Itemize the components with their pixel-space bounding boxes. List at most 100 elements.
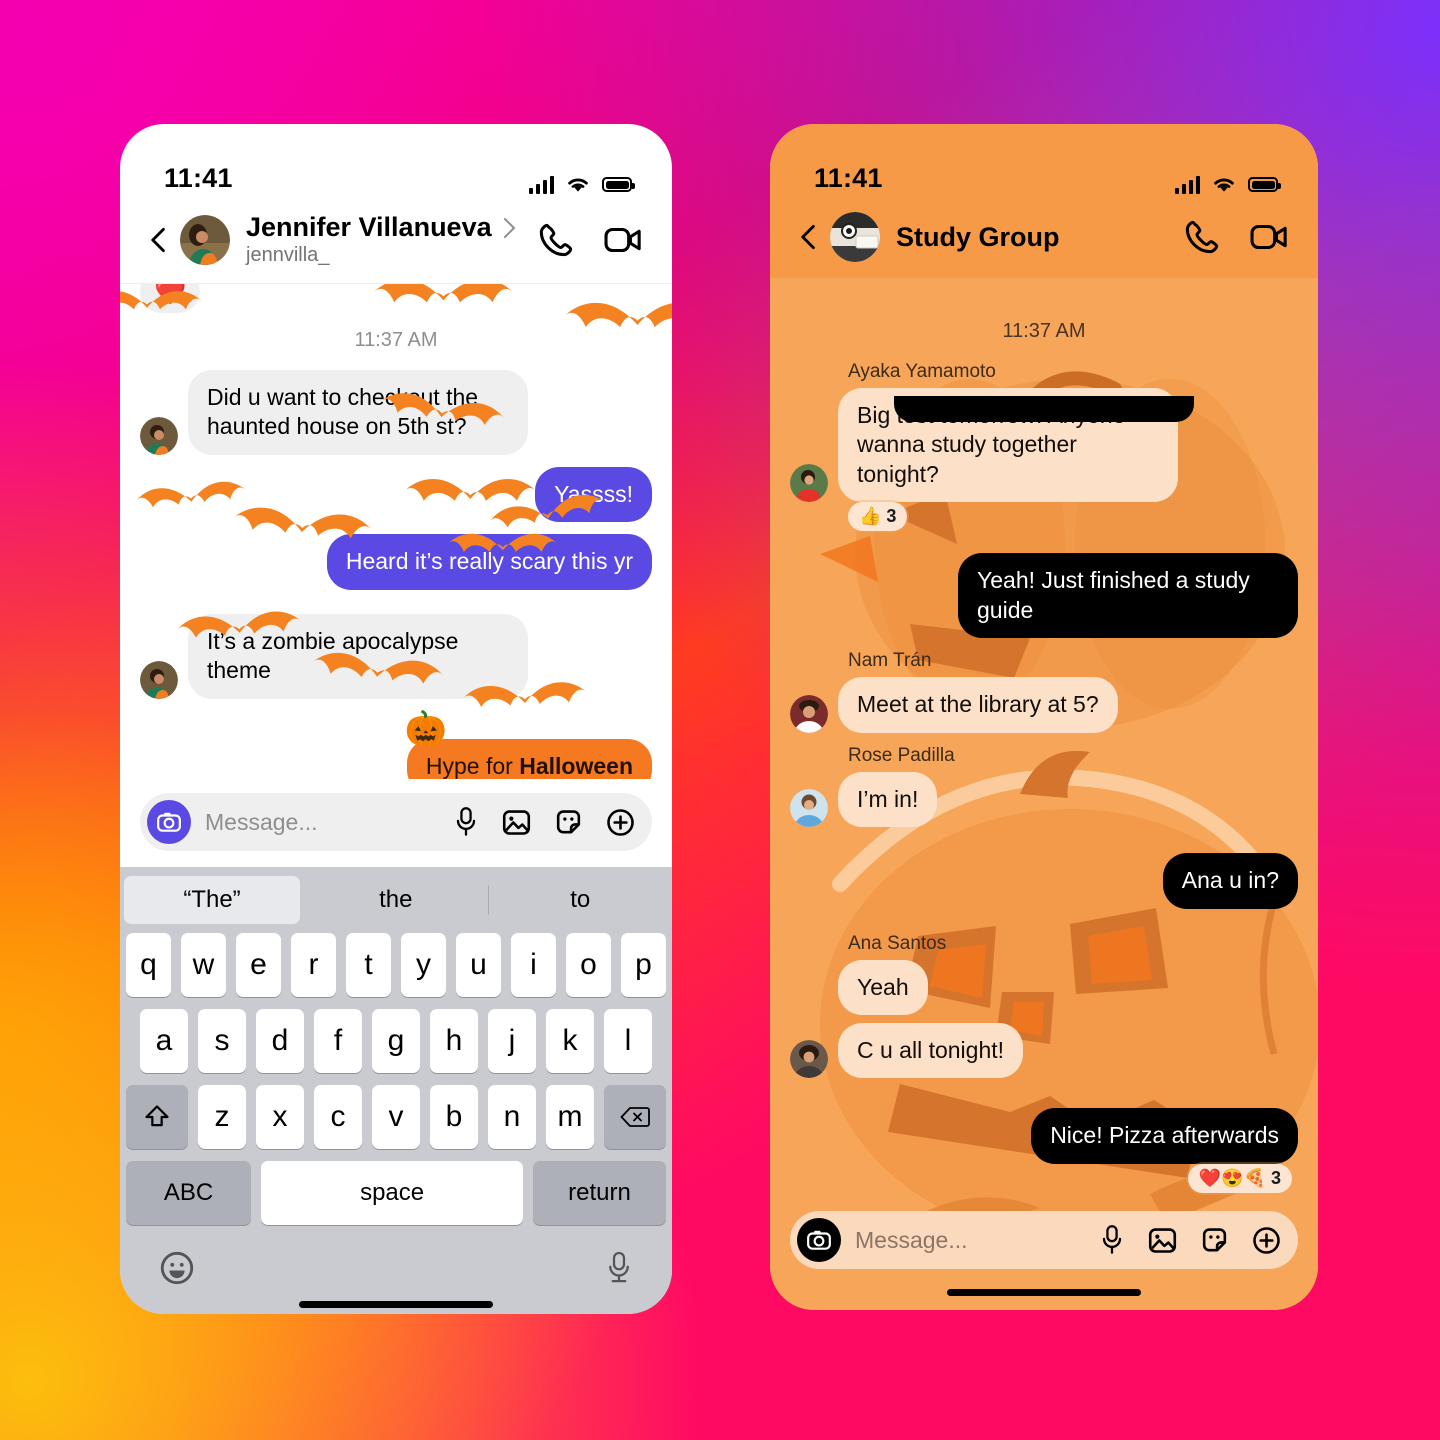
return-key[interactable]: return — [533, 1161, 666, 1225]
key[interactable]: a — [140, 1009, 188, 1073]
message-text-plain: Hype for — [425, 752, 520, 779]
key[interactable]: x — [256, 1085, 304, 1149]
avatar[interactable] — [790, 464, 828, 503]
predictive-text-bar: “The” the to — [120, 867, 672, 933]
key[interactable]: g — [372, 1009, 420, 1073]
key[interactable]: i — [511, 933, 556, 997]
message-bubble[interactable]: Heard it’s really scary this yr — [326, 534, 652, 590]
key[interactable]: k — [546, 1009, 594, 1073]
keyboard-row-3: z x c v b n m — [120, 1085, 672, 1149]
back-chevron-icon[interactable] — [144, 225, 174, 255]
phone-call-icon[interactable] — [536, 220, 576, 260]
status-indicators — [529, 175, 635, 194]
reaction-emojis: 👍 — [859, 506, 882, 527]
camera-icon[interactable] — [147, 800, 191, 844]
avatar[interactable] — [790, 789, 828, 828]
sticker-icon[interactable] — [1199, 1225, 1230, 1256]
key[interactable]: s — [198, 1009, 246, 1073]
microphone-icon[interactable] — [452, 806, 480, 838]
chat-header: Jennifer Villanueva jennvilla_ — [120, 202, 672, 283]
virtual-keyboard[interactable]: “The” the to q w e r t y u i o p a s d f… — [120, 867, 672, 1314]
reaction-pill[interactable]: ❤️😍🍕 3 — [1187, 1163, 1292, 1193]
composer-pill[interactable]: Message... — [790, 1211, 1298, 1269]
message-composer: Message... — [120, 779, 672, 867]
prediction-2[interactable]: to — [489, 886, 673, 914]
reaction-pill[interactable]: 👍 3 — [848, 502, 908, 532]
backspace-key-icon[interactable] — [604, 1085, 666, 1149]
key[interactable]: f — [314, 1009, 362, 1073]
avatar[interactable] — [790, 694, 828, 733]
message-bubble[interactable]: Yeah — [838, 959, 928, 1015]
status-time: 11:41 — [164, 163, 233, 193]
dictation-microphone-icon[interactable] — [604, 1250, 634, 1286]
keyboard-row-1: q w e r t y u i o p — [120, 933, 672, 997]
key[interactable]: e — [236, 933, 281, 997]
key[interactable]: p — [621, 933, 666, 997]
heart-reaction-chip[interactable]: ❤️ — [140, 284, 201, 313]
back-chevron-icon[interactable] — [794, 222, 824, 252]
key[interactable]: n — [488, 1085, 536, 1149]
emoji-keyboard-icon[interactable] — [158, 1249, 196, 1287]
composer-icons — [452, 806, 636, 838]
message-thread[interactable]: ❤️ 11:37 AM Did u want to checkout the h… — [120, 283, 672, 779]
video-call-icon[interactable] — [602, 219, 644, 261]
chevron-right-icon[interactable] — [502, 217, 517, 239]
header-actions — [536, 219, 644, 261]
message-bubble[interactable]: It’s a zombie apocalypse theme — [188, 613, 528, 699]
key[interactable]: r — [291, 933, 336, 997]
message-bubble[interactable]: C u all tonight! — [838, 1022, 1024, 1079]
photo-library-icon[interactable] — [1147, 1225, 1178, 1256]
key[interactable]: j — [488, 1009, 536, 1073]
message-input-placeholder[interactable]: Message... — [855, 1227, 1098, 1254]
microphone-icon[interactable] — [1098, 1224, 1126, 1256]
message-bubble[interactable]: Ana u in? — [1162, 853, 1298, 909]
group-avatar[interactable] — [830, 212, 880, 262]
phone-call-icon[interactable] — [1182, 217, 1222, 257]
key[interactable]: l — [604, 1009, 652, 1073]
key[interactable]: v — [372, 1085, 420, 1149]
key[interactable]: b — [430, 1085, 478, 1149]
message-bubble[interactable]: I’m in! — [838, 771, 938, 828]
prediction-1[interactable]: the — [304, 886, 488, 914]
message-bubble[interactable]: Yeah! Just finished a study guide — [958, 553, 1298, 639]
photo-library-icon[interactable] — [501, 807, 532, 838]
avatar[interactable] — [140, 416, 178, 455]
contact-avatar[interactable] — [180, 214, 230, 265]
thread-timestamp: 11:37 AM — [354, 329, 438, 351]
message-bubble[interactable]: Nice! Pizza afterwards — [1031, 1108, 1298, 1164]
header-name-block: Jennifer Villanueva jennvilla_ — [246, 212, 522, 267]
key[interactable]: h — [430, 1009, 478, 1073]
prediction-0[interactable]: “The” — [124, 876, 300, 924]
abc-key[interactable]: ABC — [126, 1161, 252, 1225]
plus-circle-icon[interactable] — [605, 807, 636, 838]
message-bubble[interactable]: Meet at the library at 5? — [838, 677, 1118, 733]
notch-decoration — [894, 396, 1194, 422]
key[interactable]: y — [401, 933, 446, 997]
key[interactable]: t — [346, 933, 391, 997]
status-bar: 11:41 — [770, 124, 1318, 202]
message-row: Nice! Pizza afterwards — [790, 1108, 1298, 1164]
video-call-icon[interactable] — [1248, 216, 1290, 258]
key[interactable]: w — [181, 933, 226, 997]
sticker-icon[interactable] — [553, 807, 584, 838]
key[interactable]: c — [314, 1085, 362, 1149]
plus-circle-icon[interactable] — [1251, 1225, 1282, 1256]
message-row: C u all tonight! — [790, 1022, 1298, 1079]
camera-icon[interactable] — [797, 1218, 841, 1262]
key[interactable]: q — [126, 933, 171, 997]
key[interactable]: o — [566, 933, 611, 997]
key[interactable]: u — [456, 933, 501, 997]
battery-full-icon — [1248, 177, 1281, 192]
key[interactable]: z — [198, 1085, 246, 1149]
key[interactable]: d — [256, 1009, 304, 1073]
space-key[interactable]: space — [261, 1161, 524, 1225]
message-input-placeholder[interactable]: Message... — [205, 809, 452, 836]
shift-key-icon[interactable] — [126, 1085, 188, 1149]
message-bubble[interactable]: Did u want to checkout the haunted house… — [188, 370, 528, 455]
avatar[interactable] — [140, 660, 178, 699]
avatar[interactable] — [790, 1040, 828, 1079]
message-bubble[interactable]: Yassss! — [535, 466, 652, 523]
composer-pill[interactable]: Message... — [140, 793, 652, 851]
key[interactable]: m — [546, 1085, 594, 1149]
reaction-count: 3 — [1270, 1167, 1281, 1188]
